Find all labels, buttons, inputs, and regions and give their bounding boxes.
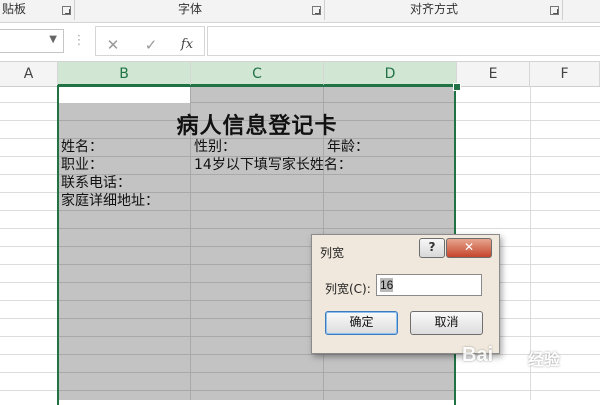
ribbon-divider <box>324 0 325 20</box>
cell-age-label[interactable]: 年龄： <box>327 138 369 156</box>
cell-job-label[interactable]: 职业： <box>61 156 103 174</box>
ribbon-group-font: 字体 <box>178 2 203 16</box>
font-launcher-icon[interactable] <box>312 6 321 15</box>
name-box[interactable]: ▼ <box>0 29 64 53</box>
formula-buttons: ✕ ✓ fx <box>95 26 205 56</box>
check-icon[interactable]: ✓ <box>140 33 162 57</box>
column-header-f[interactable]: F <box>530 62 600 86</box>
column-header-a[interactable]: A <box>0 62 58 86</box>
column-width-label: 列宽(C): <box>325 282 371 296</box>
watermark-sub: 经验 <box>528 352 561 369</box>
more-options-icon[interactable]: ⋮ <box>72 29 86 53</box>
formula-input[interactable] <box>207 26 600 56</box>
column-width-input[interactable]: 16 <box>376 274 482 296</box>
column-header-e[interactable]: E <box>457 62 530 86</box>
help-button[interactable]: ? <box>419 238 445 258</box>
cell-gender-label[interactable]: 性别： <box>194 138 236 156</box>
chevron-down-icon[interactable]: ▼ <box>49 34 57 45</box>
ribbon-group-clipboard: 贴板 <box>2 2 27 16</box>
column-headers: A B C D E F <box>0 62 600 87</box>
column-header-c[interactable]: C <box>191 62 324 86</box>
sheet-title[interactable]: 病人信息登记卡 <box>58 108 456 140</box>
ribbon-divider <box>562 0 563 20</box>
ribbon: 贴板 字体 对齐方式 <box>0 0 600 23</box>
column-header-d[interactable]: D <box>324 62 457 86</box>
dialog-title: 列宽 <box>320 246 345 260</box>
ribbon-divider <box>74 0 75 20</box>
cancel-button[interactable]: 取消 <box>410 311 483 335</box>
alignment-launcher-icon[interactable] <box>550 6 559 15</box>
fill-handle[interactable] <box>453 83 461 91</box>
cell-address-label[interactable]: 家庭详细地址： <box>61 192 159 210</box>
column-width-value: 16 <box>380 278 394 292</box>
formula-bar: ▼ ⋮ ✕ ✓ fx <box>0 23 600 62</box>
column-width-dialog: 列宽 ? ✕ 列宽(C): 16 确定 取消 <box>311 234 500 354</box>
cell-name-label[interactable]: 姓名： <box>61 138 103 156</box>
cell-phone-label[interactable]: 联系电话： <box>61 174 131 192</box>
dialog-close-button[interactable]: ✕ <box>446 238 492 258</box>
insert-function-icon[interactable]: fx <box>176 33 198 57</box>
column-header-b[interactable]: B <box>58 62 191 86</box>
watermark-logo: Bai <box>462 344 494 366</box>
ok-button[interactable]: 确定 <box>325 311 398 335</box>
close-icon[interactable]: ✕ <box>102 33 124 57</box>
ribbon-group-alignment: 对齐方式 <box>410 2 459 16</box>
cell-guardian-label[interactable]: 14岁以下填写家长姓名： <box>194 156 352 174</box>
clipboard-launcher-icon[interactable] <box>62 6 71 15</box>
